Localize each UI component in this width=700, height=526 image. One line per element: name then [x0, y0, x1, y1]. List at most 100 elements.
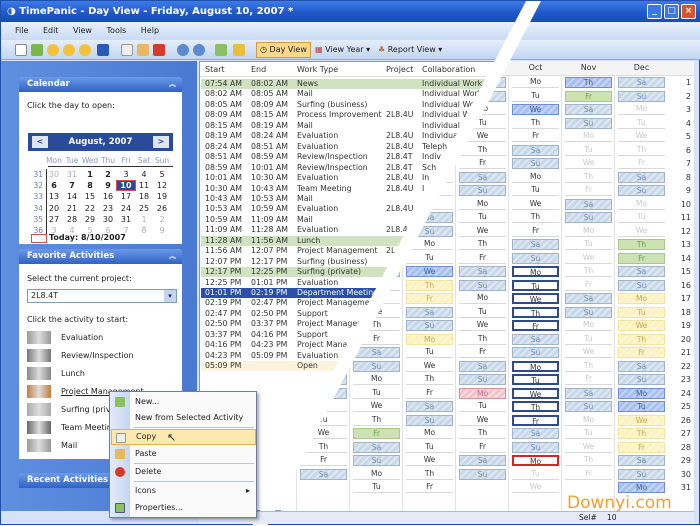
calendar-day[interactable]: 5: [153, 170, 171, 179]
year-day-cell[interactable]: Fr: [618, 441, 665, 453]
table-row[interactable]: 11:28 AM 11:56 AM Lunch: [201, 235, 501, 246]
activity-item[interactable]: Lunch: [25, 366, 175, 382]
year-day-cell[interactable]: Su: [512, 441, 559, 453]
year-day-cell[interactable]: Sa: [353, 347, 400, 358]
collapse-icon[interactable]: ︽: [169, 249, 176, 264]
calendar-day[interactable]: 9: [153, 226, 171, 235]
year-day-cell[interactable]: Tu: [459, 212, 506, 223]
year-day-cell[interactable]: Sa: [618, 455, 665, 466]
menu-tools[interactable]: Tools: [107, 26, 127, 35]
table-row[interactable]: 08:19 AM 08:24 AM Evaluation 2L8.4U Individu…: [201, 131, 501, 141]
year-day-cell[interactable]: Fr: [459, 442, 506, 453]
table-row[interactable]: 01:01 PM 02:19 PM Department Meeting: [201, 288, 501, 298]
year-day-cell[interactable]: Mo: [512, 360, 559, 372]
delete-icon[interactable]: [153, 44, 165, 56]
menu-item-properties[interactable]: Properties...: [111, 500, 256, 516]
year-day-cell[interactable]: Su: [618, 468, 665, 480]
year-day-cell[interactable]: We: [565, 347, 612, 358]
collapse-icon[interactable]: ︽: [169, 77, 176, 92]
table-row[interactable]: 12:25 PM 01:01 PM Evaluation: [201, 278, 501, 288]
maximize-button[interactable]: □: [664, 4, 679, 19]
year-day-cell[interactable]: Mo: [618, 387, 665, 399]
menu-item-delete[interactable]: Delete: [111, 464, 256, 480]
year-day-cell[interactable]: Th: [512, 212, 559, 223]
table-row[interactable]: 08:15 AM 08:19 AM Mail Individual Work: [201, 121, 501, 131]
year-day-cell[interactable]: We: [565, 158, 612, 169]
calendar-day[interactable]: 7: [63, 181, 81, 190]
year-day-cell[interactable]: Tu: [353, 482, 400, 493]
year-day-cell[interactable]: We: [406, 266, 453, 277]
report-icon[interactable]: [215, 44, 227, 56]
calendar-day[interactable]: 28: [63, 215, 81, 224]
year-day-cell[interactable]: Th: [406, 374, 453, 385]
year-day-cell[interactable]: We: [459, 226, 506, 237]
year-day-cell[interactable]: Mo: [565, 415, 612, 426]
menu-view[interactable]: View: [73, 26, 92, 35]
table-row[interactable]: 10:30 AM 10:43 AM Team Meeting 2L8.4U I: [201, 184, 501, 194]
table-row[interactable]: 07:54 AM 08:02 AM News Individual Work: [201, 79, 501, 89]
year-day-cell[interactable]: Tu: [618, 306, 665, 318]
table-row[interactable]: 11:09 AM 11:28 AM Evaluation 2L8.4U: [201, 225, 501, 235]
year-day-cell[interactable]: Su: [565, 117, 612, 129]
menu-edit[interactable]: Edit: [43, 26, 59, 35]
calendar-day[interactable]: 10: [116, 180, 136, 192]
year-day-cell[interactable]: Sa: [459, 455, 506, 466]
year-day-cell[interactable]: We: [512, 293, 559, 304]
year-day-cell[interactable]: Tu: [565, 334, 612, 345]
year-day-cell[interactable]: Mo: [565, 320, 612, 331]
year-day-cell[interactable]: Tu: [512, 185, 559, 196]
year-day-cell[interactable]: Mo: [512, 77, 559, 88]
undo-icon[interactable]: [177, 44, 189, 56]
table-row[interactable]: 08:51 AM 08:59 AM Review/Inspection 2L8.4T I…: [201, 152, 501, 162]
year-day-cell[interactable]: Sa: [565, 104, 612, 115]
year-day-cell[interactable]: Sa: [565, 293, 612, 304]
year-day-cell[interactable]: Sa: [512, 428, 559, 439]
year-day-cell[interactable]: Sa: [512, 333, 559, 345]
year-day-cell[interactable]: We: [406, 361, 453, 372]
year-day-cell[interactable]: Th: [618, 428, 665, 439]
year-day-cell[interactable]: Th: [512, 401, 559, 412]
year-day-cell[interactable]: Fr: [459, 347, 506, 358]
calendar-day[interactable]: 4: [135, 170, 153, 179]
year-day-cell[interactable]: Fr: [406, 482, 453, 493]
year-day-cell[interactable]: Tu: [565, 239, 612, 250]
year-day-cell[interactable]: Tu: [512, 91, 559, 102]
year-day-cell[interactable]: Mo: [618, 293, 665, 304]
calendar-day[interactable]: 30: [99, 215, 117, 224]
calendar-day[interactable]: 14: [63, 192, 81, 201]
year-day-cell[interactable]: Mo: [618, 482, 665, 493]
menu-item-new[interactable]: New...: [111, 394, 256, 410]
year-day-cell[interactable]: Sa: [618, 77, 665, 88]
year-day-cell[interactable]: Sa: [300, 468, 347, 480]
table-row[interactable]: 04:23 PM 05:09 PM Evaluation: [201, 351, 501, 361]
menu-item-copy[interactable]: Copy ↖: [111, 429, 256, 445]
new-activity-icon[interactable]: [31, 44, 43, 56]
year-day-cell[interactable]: Su: [459, 279, 506, 291]
table-row[interactable]: 05:09 PM Open: [201, 361, 501, 372]
year-day-cell[interactable]: Sa: [459, 360, 506, 372]
calendar-day[interactable]: 8: [135, 226, 153, 235]
year-day-cell[interactable]: Fr: [353, 334, 400, 345]
year-day-cell[interactable]: We: [353, 401, 400, 412]
year-day-cell[interactable]: Sa: [459, 171, 506, 183]
year-day-cell[interactable]: Su: [512, 158, 559, 169]
year-day-cell[interactable]: Th: [459, 145, 506, 156]
table-row[interactable]: 08:02 AM 08:05 AM Mail Individual Work: [201, 89, 501, 99]
today-link[interactable]: Today: 8/10/2007: [49, 233, 126, 242]
year-day-cell[interactable]: Mo: [512, 172, 559, 183]
calendar-day[interactable]: 31: [117, 215, 135, 224]
year-day-cell[interactable]: Th: [565, 266, 612, 277]
calendar-day[interactable]: 30: [45, 170, 63, 179]
calendar-day[interactable]: 16: [99, 192, 117, 201]
year-day-cell[interactable]: Su: [353, 455, 400, 466]
table-row[interactable]: 03:37 PM 04:16 PM Support: [201, 330, 501, 340]
year-day-cell[interactable]: Mo: [406, 333, 453, 345]
year-day-cell[interactable]: Tu: [406, 347, 453, 358]
table-row[interactable]: 04:16 PM 04:23 PM Project Management: [201, 340, 501, 350]
table-row[interactable]: 11:56 AM 12:07 PM Project Management 2L: [201, 246, 501, 256]
year-day-cell[interactable]: Th: [406, 469, 453, 480]
settings-icon[interactable]: [233, 44, 245, 56]
menu-item-icons[interactable]: Icons ▸: [111, 483, 256, 499]
year-day-cell[interactable]: Fr: [406, 293, 453, 304]
year-day-cell[interactable]: Fr: [618, 347, 665, 358]
